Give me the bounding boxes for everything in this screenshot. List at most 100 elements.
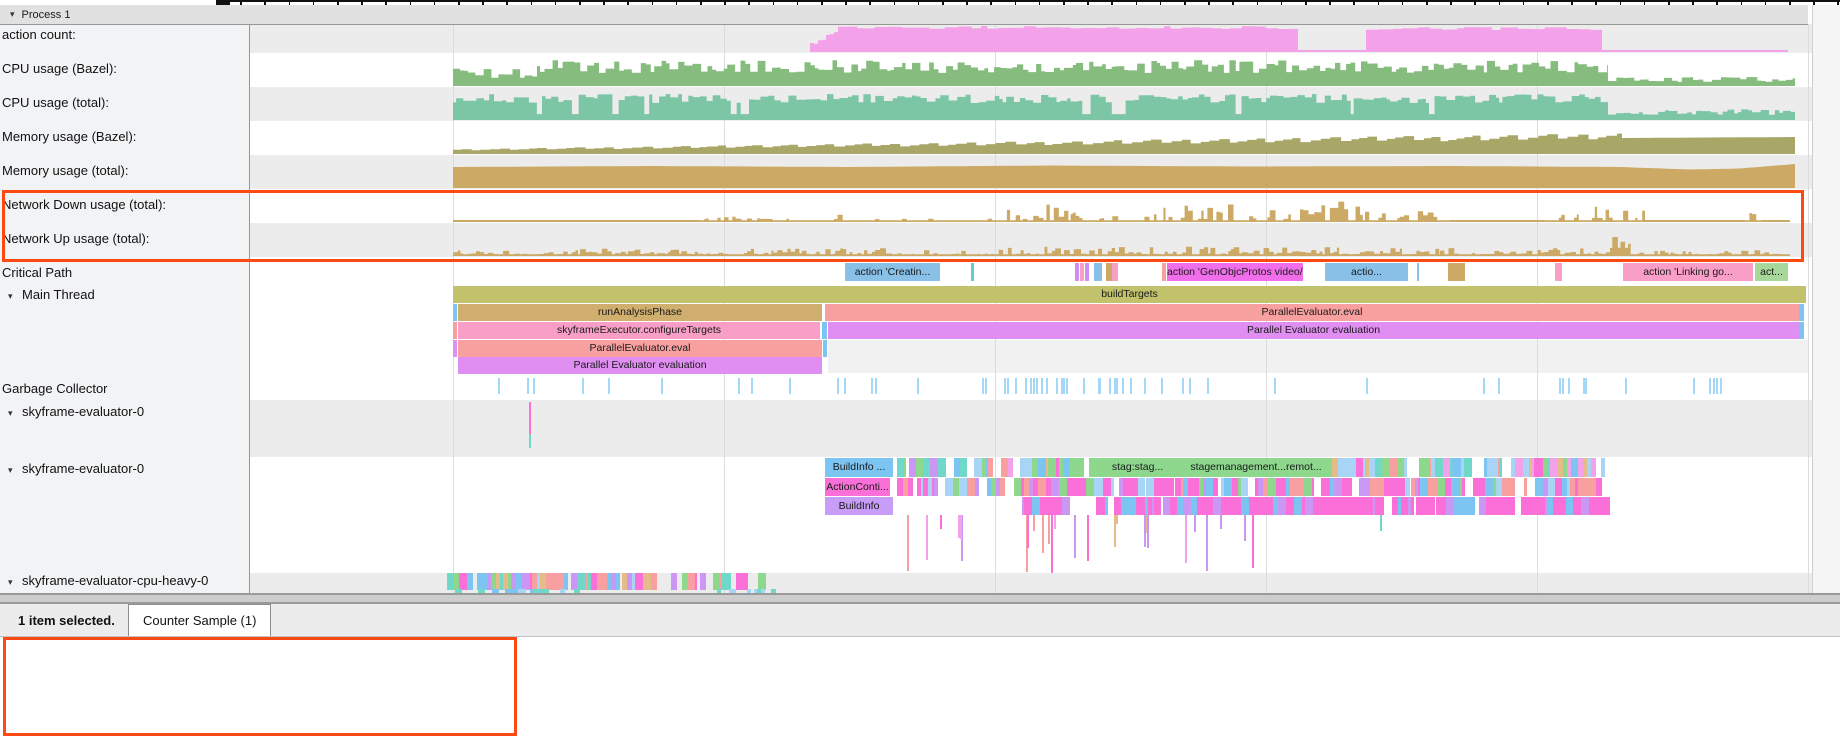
trace-slice[interactable] — [1375, 458, 1382, 477]
trace-slice[interactable] — [1059, 478, 1067, 496]
gc-tick[interactable] — [1114, 378, 1116, 394]
trace-slice[interactable] — [1530, 497, 1539, 515]
trace-slice[interactable] — [1497, 497, 1504, 515]
trace-slice[interactable] — [467, 573, 473, 590]
gc-tick[interactable] — [837, 378, 839, 394]
main-thread-slice[interactable]: ParallelEvaluator.eval — [458, 340, 822, 357]
gc-tick[interactable] — [844, 378, 846, 394]
trace-slice[interactable] — [930, 458, 937, 477]
trace-slice[interactable] — [1504, 497, 1511, 515]
trace-slice[interactable] — [1404, 458, 1408, 477]
trace-slice[interactable] — [1312, 478, 1314, 496]
critical-path-slice[interactable]: act... — [1755, 263, 1788, 281]
slice-drip[interactable] — [1087, 515, 1089, 561]
gc-tick[interactable] — [985, 378, 987, 394]
trace-slice[interactable] — [1014, 478, 1021, 496]
trace-slice[interactable] — [459, 573, 466, 590]
trace-slice[interactable] — [1467, 497, 1475, 515]
gc-tick[interactable] — [1061, 378, 1063, 394]
collapse-arrow-icon[interactable]: ▾ — [8, 408, 22, 419]
critical-path-slice[interactable] — [1085, 263, 1089, 281]
trace-slice[interactable] — [1252, 497, 1261, 515]
scrollbar-gutter[interactable] — [1812, 5, 1840, 593]
trace-slice[interactable] — [1375, 497, 1384, 515]
trace-slice[interactable] — [1224, 478, 1232, 496]
main-thread-slice[interactable] — [453, 322, 457, 339]
trace-slice[interactable] — [1268, 478, 1276, 496]
gc-tick[interactable] — [1122, 378, 1124, 394]
trace-slice[interactable] — [688, 573, 695, 590]
trace-slice[interactable] — [1416, 497, 1423, 515]
trace-slice[interactable] — [1578, 478, 1587, 496]
trace-slice[interactable] — [1079, 478, 1086, 496]
gc-tick[interactable] — [1483, 378, 1485, 394]
trace-slice[interactable] — [1452, 458, 1461, 477]
trace-slice[interactable] — [1024, 497, 1032, 515]
trace-slice[interactable] — [1591, 458, 1596, 477]
trace-slice[interactable] — [1146, 478, 1155, 496]
trace-slice[interactable] — [1500, 458, 1502, 477]
trace-slice[interactable] — [1286, 497, 1294, 515]
critical-path-slice[interactable] — [1112, 263, 1118, 281]
sidebar-item-skyframe-evaluator-0[interactable]: ▾skyframe-evaluator-0 — [8, 461, 144, 476]
trace-slice[interactable] — [700, 573, 705, 590]
trace-slice[interactable] — [934, 478, 938, 496]
trace-slice[interactable] — [1411, 497, 1414, 515]
trace-slice[interactable] — [988, 458, 993, 477]
critical-path-slice[interactable] — [971, 263, 974, 281]
trace-slice[interactable] — [671, 573, 677, 590]
trace-slice[interactable] — [1094, 478, 1103, 496]
trace-slice[interactable] — [1000, 478, 1005, 496]
trace-slice[interactable] — [1555, 478, 1562, 496]
track-row-background[interactable] — [828, 340, 1808, 373]
gc-tick[interactable] — [751, 378, 753, 394]
slice-drip[interactable] — [1027, 515, 1029, 548]
counter-chart-action-count[interactable] — [250, 24, 1812, 53]
tab-counter-sample[interactable]: Counter Sample (1) — [128, 604, 271, 636]
trace-slice[interactable] — [1076, 458, 1084, 477]
trace-slice[interactable] — [1581, 497, 1589, 515]
trace-slice[interactable] — [1162, 478, 1170, 496]
trace-slice[interactable] — [1103, 478, 1111, 496]
gc-tick[interactable] — [1625, 378, 1627, 394]
main-thread-slice[interactable]: buildTargets — [453, 286, 1806, 303]
trace-slice[interactable] — [1266, 497, 1273, 515]
trace-slice[interactable] — [1344, 458, 1353, 477]
trace-slice[interactable] — [651, 573, 657, 590]
counter-chart-memory-usage-bazel-[interactable] — [250, 121, 1812, 155]
trace-slice[interactable] — [954, 458, 961, 477]
trace-slice[interactable] — [1596, 478, 1602, 496]
labeled-slice[interactable]: stagemanagement...remot... — [1180, 458, 1332, 477]
trace-slice[interactable] — [1566, 497, 1573, 515]
counter-chart-cpu-usage-bazel-[interactable] — [250, 53, 1812, 87]
gc-tick[interactable] — [1562, 378, 1564, 394]
trace-slice[interactable] — [1550, 458, 1558, 477]
gc-tick[interactable] — [1007, 378, 1009, 394]
main-thread-slice[interactable] — [822, 322, 827, 339]
trace-slice[interactable] — [1558, 497, 1566, 515]
trace-slice[interactable] — [695, 573, 697, 590]
gc-tick[interactable] — [1109, 378, 1111, 394]
trace-slice[interactable] — [1050, 497, 1058, 515]
trace-slice[interactable] — [1008, 458, 1013, 477]
labeled-slice[interactable]: stag:stag... — [1095, 458, 1180, 477]
trace-slice[interactable] — [1020, 458, 1028, 477]
trace-slice[interactable] — [540, 573, 547, 590]
trace-slice[interactable] — [923, 458, 930, 477]
trace-slice[interactable] — [1213, 478, 1218, 496]
process-header[interactable]: ▾ Process 1 — [0, 5, 1808, 25]
trace-slice[interactable] — [1477, 478, 1484, 496]
trace-slice[interactable] — [1229, 497, 1236, 515]
gc-tick[interactable] — [1015, 378, 1017, 394]
trace-slice[interactable] — [1294, 478, 1302, 496]
trace-slice[interactable] — [1313, 497, 1320, 515]
trace-slice[interactable] — [916, 458, 923, 477]
gc-tick[interactable] — [789, 378, 791, 394]
slice-drip[interactable] — [907, 515, 909, 571]
critical-path-slice[interactable]: actio... — [1325, 263, 1408, 281]
collapse-arrow-icon[interactable]: ▾ — [10, 9, 15, 20]
gc-tick[interactable] — [1116, 378, 1118, 394]
critical-path-slice[interactable] — [1162, 263, 1166, 281]
trace-slice[interactable] — [1136, 497, 1145, 515]
trace-slice[interactable] — [1437, 478, 1445, 496]
